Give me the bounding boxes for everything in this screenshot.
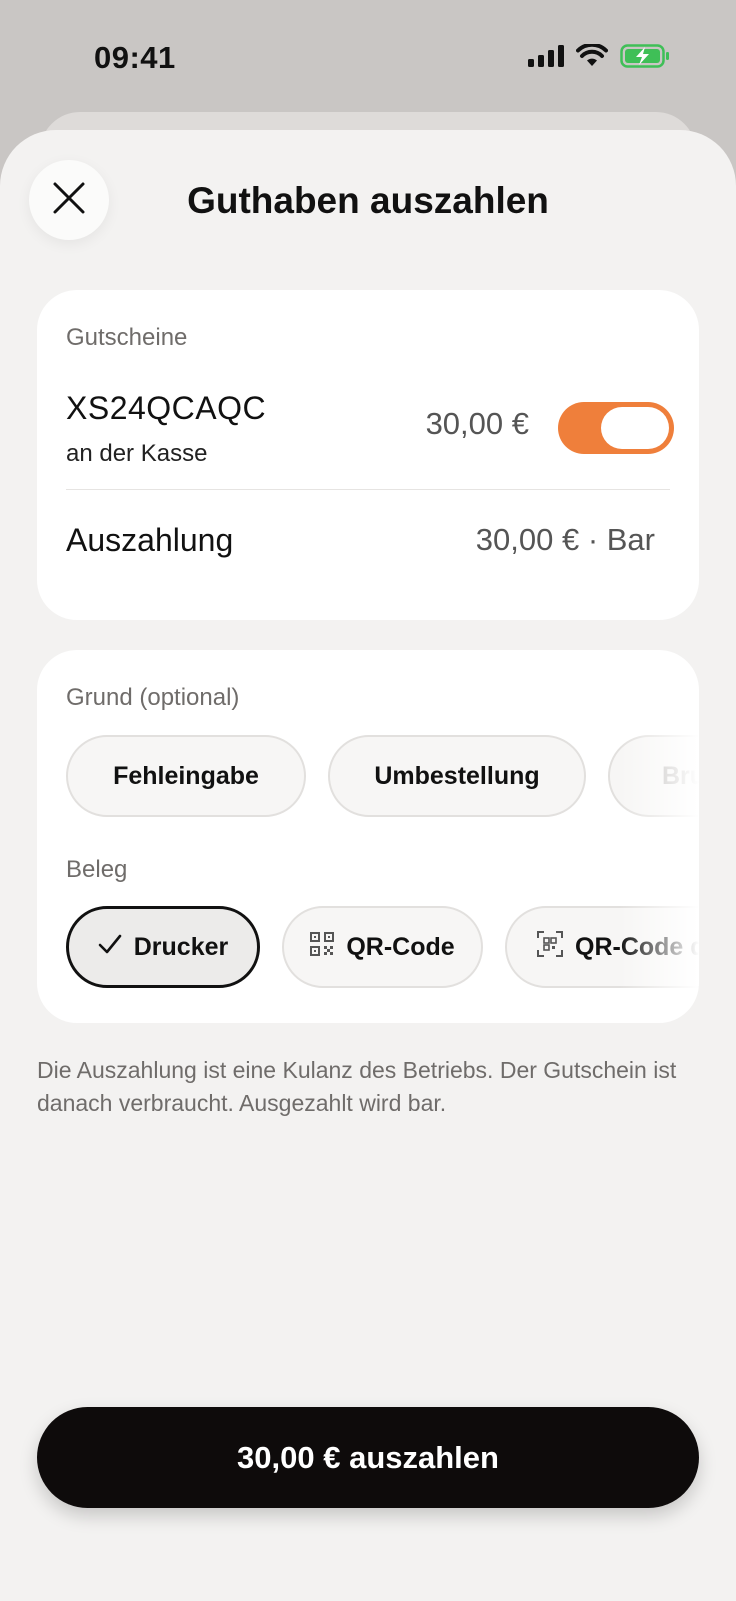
- battery-charging-icon: [620, 44, 670, 73]
- voucher-amount: 30,00 €: [425, 406, 529, 441]
- receipt-chip-qr-code[interactable]: QR-Code: [282, 906, 483, 988]
- payout-button[interactable]: 30,00 € auszahlen: [37, 1407, 699, 1508]
- wifi-icon: [576, 42, 608, 73]
- reason-chip-umbestellung[interactable]: Umbestellung: [328, 735, 586, 817]
- qr-code-icon: [310, 931, 335, 963]
- chip-label: QR-Code: [346, 932, 455, 961]
- chip-label: Bru: [662, 761, 699, 790]
- sheet-title: Guthaben auszahlen: [187, 180, 549, 221]
- voucher-card: Gutscheine XS24QCAQC an der Kasse 30,00 …: [37, 290, 699, 620]
- chip-label: Umbestellung: [374, 761, 540, 790]
- chip-label: Drucker: [133, 932, 229, 961]
- receipt-section-label: Beleg: [66, 856, 128, 883]
- status-time: 09:41: [94, 40, 176, 75]
- chip-label: Fehleingabe: [113, 761, 259, 790]
- receipt-chip-drucker[interactable]: Drucker: [66, 906, 260, 988]
- voucher-toggle[interactable]: [558, 402, 674, 454]
- divider: [66, 489, 670, 490]
- qr-scan-icon: [537, 930, 563, 964]
- cellular-signal-icon: [528, 45, 564, 72]
- voucher-code: XS24QCAQC: [66, 390, 267, 426]
- receipt-chip-qr-code-partial[interactable]: QR-Code d: [505, 906, 699, 988]
- reason-chip-partial[interactable]: Bru: [608, 735, 699, 817]
- toggle-knob: [601, 407, 669, 449]
- chip-label: QR-Code d: [575, 932, 699, 961]
- options-card: Grund (optional) Fehleingabe Umbestellun…: [37, 650, 699, 1023]
- checkmark-icon: [98, 933, 122, 962]
- payout-value: 30,00 € · Bar: [475, 522, 655, 557]
- status-icons: [528, 42, 670, 73]
- voucher-location: an der Kasse: [66, 440, 208, 467]
- info-text: Die Auszahlung ist eine Kulanz des Betri…: [37, 1057, 677, 1116]
- voucher-section-label: Gutscheine: [66, 324, 188, 351]
- payout-button-label: 30,00 € auszahlen: [237, 1439, 499, 1475]
- payout-label: Auszahlung: [66, 522, 234, 558]
- reason-chip-fehleingabe[interactable]: Fehleingabe: [66, 735, 306, 817]
- status-bar: 09:41: [0, 0, 736, 120]
- reason-section-label: Grund (optional): [66, 684, 240, 711]
